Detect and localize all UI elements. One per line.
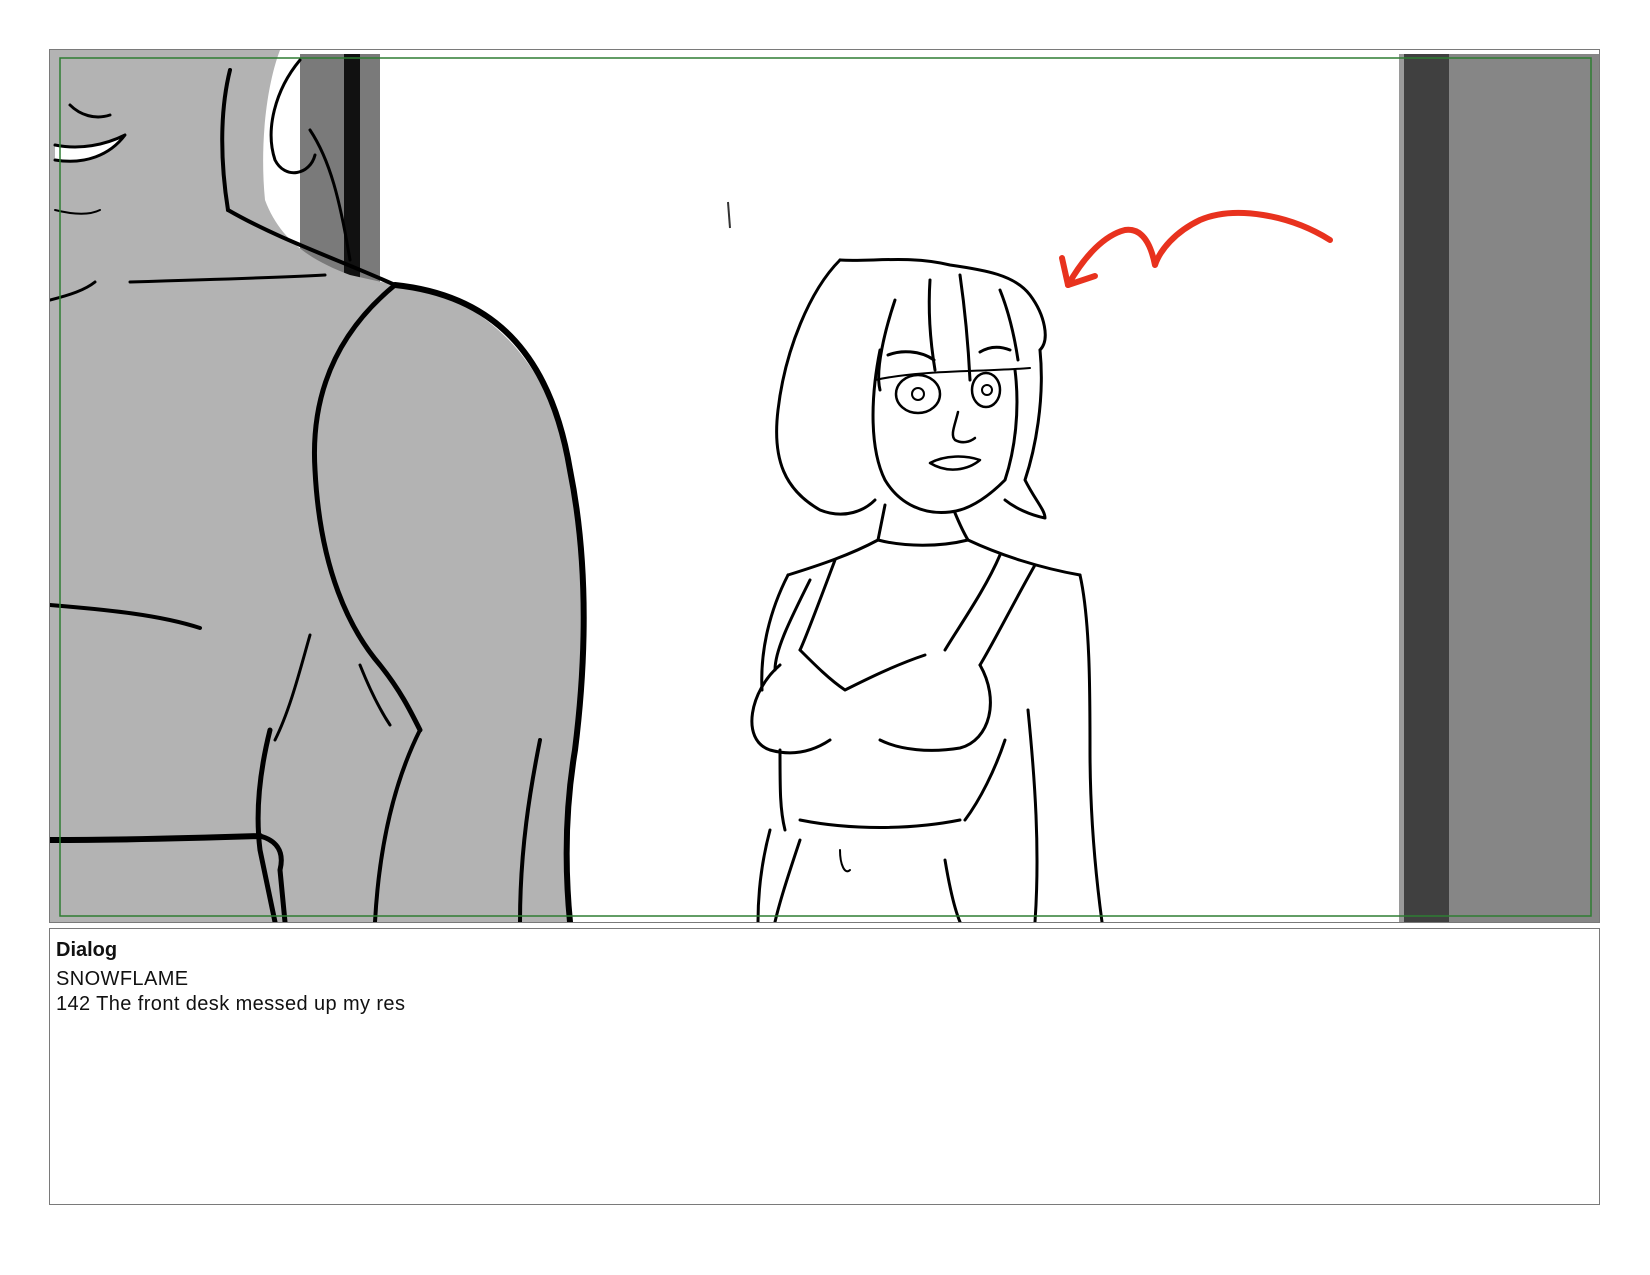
panel-drawing [50,50,1599,922]
door-right [1399,54,1599,922]
dialog-line-text: 142 The front desk messed up my res [56,993,406,1015]
dialog-heading: Dialog [56,939,118,961]
dialog-box: Dialog SNOWFLAME 142 The front desk mess… [49,928,1600,1205]
dialog-character-name: SNOWFLAME [56,968,189,990]
storyboard-panel [49,49,1600,923]
